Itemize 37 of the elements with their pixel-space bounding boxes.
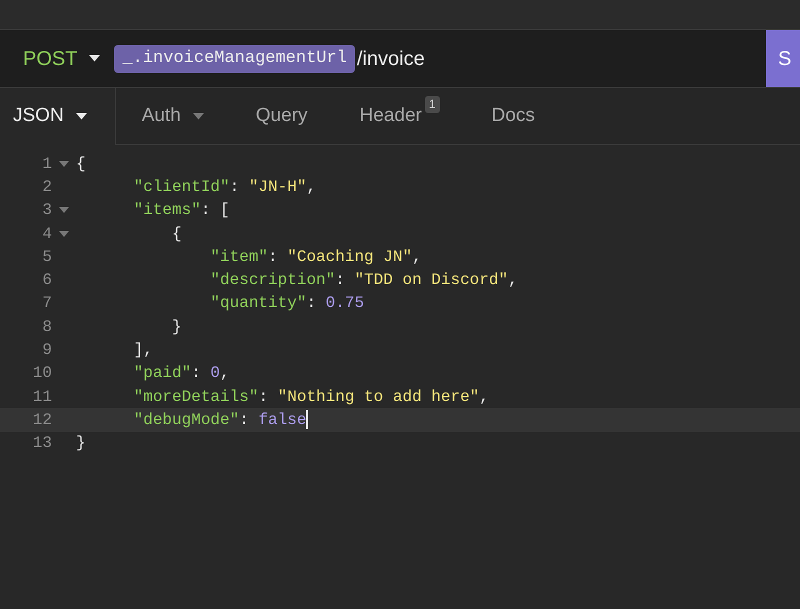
line-number: 4 [41, 224, 52, 245]
text-cursor [306, 410, 308, 430]
code-line: { [76, 154, 86, 175]
line-number: 7 [41, 293, 52, 314]
line-number: 3 [41, 200, 52, 222]
line-number: 10 [32, 363, 52, 384]
code-line: "items": [ [132, 200, 230, 222]
fold-arrow-icon[interactable] [59, 230, 69, 237]
code-line: "quantity": 0.75 [209, 293, 364, 314]
fold-arrow-icon[interactable] [59, 207, 69, 214]
line-number: 9 [41, 340, 52, 362]
fold-arrow-icon[interactable] [59, 160, 69, 167]
code-line: ], [132, 340, 153, 362]
line-number: 6 [41, 270, 52, 292]
code-line: "clientId": "JN-H", [132, 176, 316, 198]
code-line: "description": "TDD on Discord", [209, 270, 518, 292]
line-number: 1 [41, 154, 52, 175]
code-line: { [171, 224, 182, 245]
caret-icon [89, 55, 100, 62]
method-dropdown[interactable]: POST [0, 30, 114, 87]
url-path: /invoice [356, 46, 425, 72]
code-line: } [76, 433, 86, 454]
environment-variable-tag[interactable]: _.invoiceManagementUrl [114, 44, 355, 72]
code-line: "debugMode": false [132, 409, 308, 432]
count-badge: 1 [424, 96, 440, 113]
line-number: 11 [32, 386, 52, 408]
url-field[interactable]: _.invoiceManagementUrl /invoice [114, 30, 766, 87]
line-number: 8 [41, 316, 52, 338]
line-number: 2 [41, 176, 52, 198]
line-number: 13 [32, 433, 52, 454]
code-line: "moreDetails": "Nothing to add here", [132, 386, 489, 408]
line-number: 5 [41, 246, 52, 268]
send-button[interactable]: S [766, 30, 800, 87]
code-line: "paid": 0, [132, 363, 230, 384]
code-line: "item": "Coaching JN", [209, 246, 422, 268]
code-line: } [171, 316, 182, 338]
line-number: 12 [32, 410, 52, 431]
